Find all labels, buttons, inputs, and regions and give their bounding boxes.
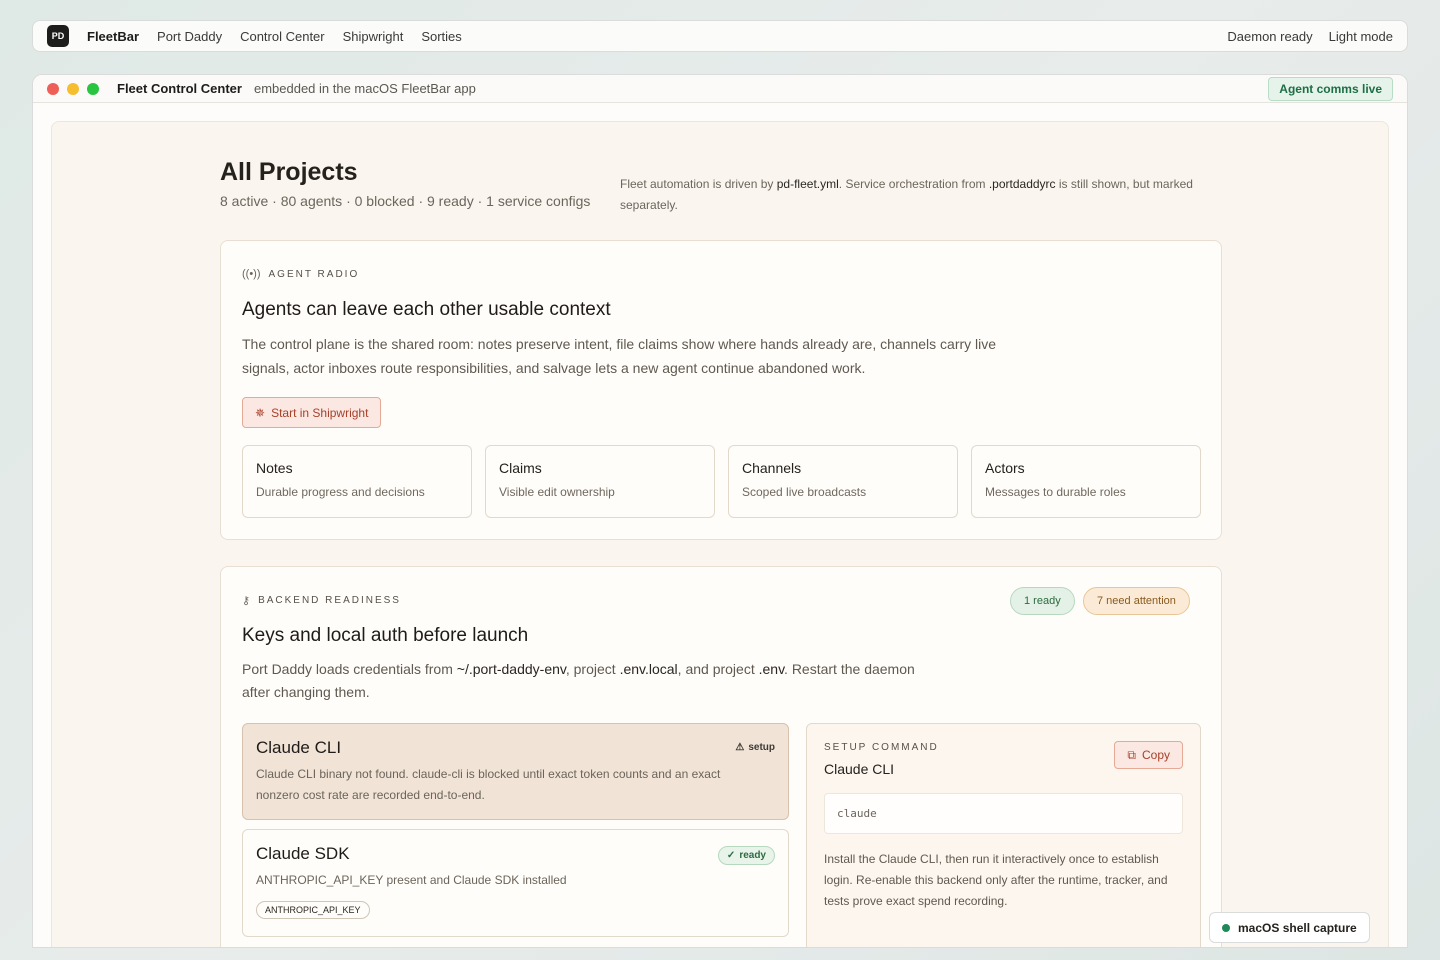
key-icon: ⚷ [242, 595, 251, 607]
agent-radio-description: The control plane is the shared room: no… [242, 336, 997, 376]
menu-item-fleetbar[interactable]: FleetBar [87, 29, 139, 44]
daemon-status: Daemon ready [1227, 28, 1313, 44]
desc-text: Port Daddy loads credentials from [242, 661, 457, 677]
setup-command-panel: SETUP COMMAND Claude CLI ⧉ Copy claude I… [806, 723, 1201, 947]
agent-radio-tiles: Notes Durable progress and decisions Cla… [242, 445, 1201, 518]
radio-waves-icon: ((•)) [242, 268, 261, 280]
backend-readiness-description: Port Daddy loads credentials from ~/.por… [242, 658, 942, 704]
chip-label: macOS shell capture [1238, 920, 1357, 935]
backend-name: Claude SDK [256, 844, 350, 863]
tile-claims[interactable]: Claims Visible edit ownership [485, 445, 715, 518]
setup-badge: ⚠ setup [735, 742, 775, 753]
menu-item-sorties[interactable]: Sorties [421, 29, 461, 44]
ready-badge: ✓ ready [717, 846, 775, 865]
fleet-config-file: pd-fleet.yml [776, 177, 839, 191]
live-status-dot [1222, 923, 1230, 932]
agent-radio-title: Agents can leave each other usable conte… [242, 299, 611, 320]
agent-radio-card: ((•)) AGENT RADIO Agents can leave each … [220, 240, 1222, 540]
tile-subtitle: Scoped live broadcasts [742, 485, 867, 499]
badge-label: setup [748, 742, 775, 753]
agent-radio-eyebrow: ((•)) AGENT RADIO [242, 268, 359, 280]
menu-item-control-center[interactable]: Control Center [240, 29, 325, 44]
fleet-config-note: Fleet automation is driven by pd-fleet.y… [620, 174, 1210, 216]
tile-subtitle: Messages to durable roles [985, 485, 1126, 499]
attention-count-pill[interactable]: 7 need attention [1083, 587, 1190, 615]
tile-title: Channels [742, 460, 802, 476]
button-label: Start in Shipwright [271, 405, 369, 420]
env-path-home: ~/.port-daddy-env [456, 661, 566, 677]
start-in-shipwright-button[interactable]: ✵ Start in Shipwright [242, 397, 382, 428]
copy-button[interactable]: ⧉ Copy [1114, 741, 1183, 769]
note-text: . Service orchestration from [838, 177, 989, 191]
service-config-file: .portdaddyrc [988, 177, 1056, 191]
control-center-window: Fleet Control Center embedded in the mac… [32, 74, 1408, 948]
env-key-chip: ANTHROPIC_API_KEY [256, 901, 370, 919]
backend-readiness-title: Keys and local auth before launch [242, 625, 529, 646]
eyebrow-label: AGENT RADIO [268, 268, 360, 280]
tile-channels[interactable]: Channels Scoped live broadcasts [728, 445, 958, 518]
button-label: Copy [1141, 748, 1170, 762]
agent-comms-badge: Agent comms live [1268, 76, 1393, 101]
ready-count-pill[interactable]: 1 ready [1010, 587, 1075, 615]
window-subtitle: embedded in the macOS FleetBar app [253, 81, 476, 96]
macos-shell-capture-chip: macOS shell capture [1209, 912, 1370, 943]
setup-command-description: Install the Claude CLI, then run it inte… [824, 852, 1168, 908]
backend-description: Claude CLI binary not found. claude-cli … [256, 767, 721, 802]
menu-item-shipwright[interactable]: Shipwright [343, 29, 404, 44]
minimize-window-button[interactable] [67, 82, 79, 95]
backend-list: Claude CLI ⚠ setup Claude CLI binary not… [242, 723, 789, 946]
tile-subtitle: Visible edit ownership [499, 485, 615, 499]
eyebrow-label: BACKEND READINESS [258, 595, 401, 606]
backend-item-claude-sdk[interactable]: Claude SDK ✓ ready ANTHROPIC_API_KEY pre… [242, 829, 789, 937]
note-text: Fleet automation is driven by [620, 177, 777, 191]
projects-header: All Projects 8 active · 80 agents · 0 bl… [220, 158, 1220, 212]
badge-label: ready [739, 850, 766, 861]
check-circle-icon: ✓ [726, 850, 736, 861]
desc-text: , and project [677, 661, 759, 677]
tile-title: Actors [985, 460, 1025, 476]
env-path-project: .env [758, 661, 785, 677]
ship-wheel-icon: ✵ [255, 405, 266, 420]
backend-description: ANTHROPIC_API_KEY present and Claude SDK… [256, 873, 567, 887]
close-window-button[interactable] [47, 82, 59, 95]
zoom-window-button[interactable] [87, 82, 99, 95]
backend-readiness-card: ⚷ BACKEND READINESS 1 ready 7 need atten… [220, 566, 1222, 947]
window-title: Fleet Control Center [117, 81, 242, 96]
menu-item-port-daddy[interactable]: Port Daddy [157, 29, 222, 44]
main-canvas: All Projects 8 active · 80 agents · 0 bl… [51, 121, 1389, 947]
env-path-local: .env.local [619, 661, 678, 677]
theme-toggle[interactable]: Light mode [1329, 29, 1393, 44]
backend-readiness-eyebrow: ⚷ BACKEND READINESS [242, 594, 401, 607]
tile-title: Notes [256, 460, 293, 476]
backend-name: Claude CLI [256, 738, 342, 757]
backend-item-claude-cli[interactable]: Claude CLI ⚠ setup Claude CLI binary not… [242, 723, 789, 820]
tile-subtitle: Durable progress and decisions [256, 485, 425, 499]
setup-command-code[interactable]: claude [824, 793, 1183, 834]
tile-notes[interactable]: Notes Durable progress and decisions [242, 445, 472, 518]
tile-title: Claims [499, 460, 542, 476]
desc-text: , project [565, 661, 620, 677]
warning-icon: ⚠ [735, 742, 745, 753]
menu-bar: PD FleetBar Port Daddy Control Center Sh… [32, 20, 1408, 52]
tile-actors[interactable]: Actors Messages to durable roles [971, 445, 1201, 518]
window-titlebar: Fleet Control Center embedded in the mac… [33, 75, 1407, 103]
copy-icon: ⧉ [1127, 747, 1136, 762]
app-logo: PD [47, 25, 69, 47]
